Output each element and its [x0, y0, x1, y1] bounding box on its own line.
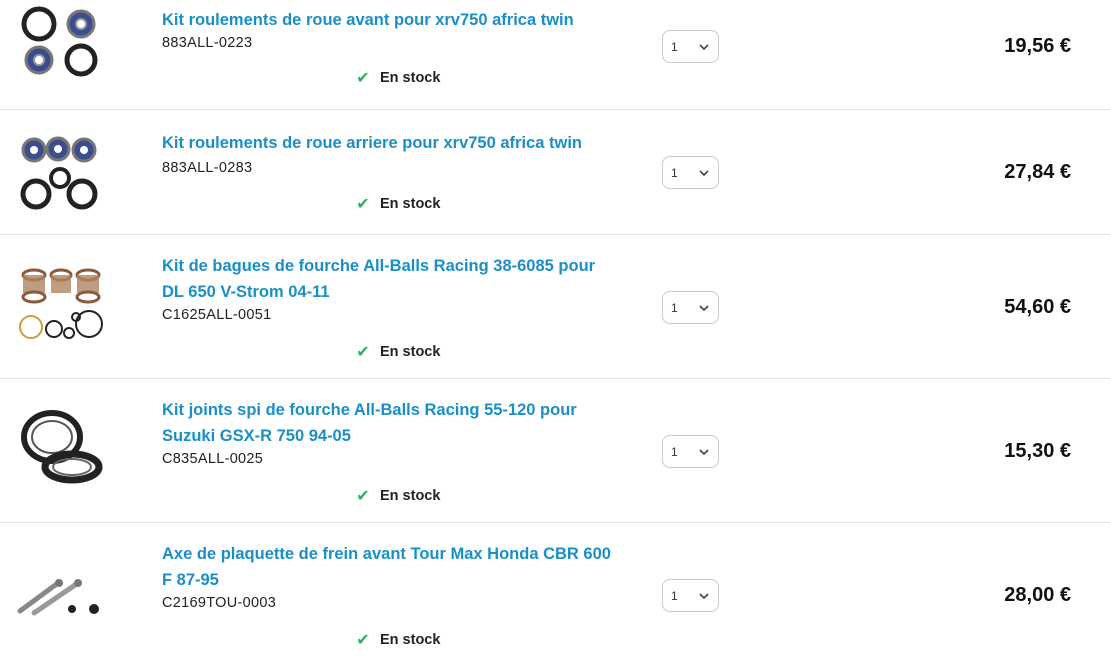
product-row: Kit roulements de roue arriere pour xrv7… [0, 110, 1111, 235]
quantity-select[interactable]: 1 [662, 435, 719, 468]
chevron-down-icon [699, 169, 709, 176]
product-title[interactable]: Kit roulements de roue avant pour xrv750… [162, 7, 642, 33]
stock-status: ✔ En stock [355, 342, 440, 362]
product-title[interactable]: Kit roulements de roue arriere pour xrv7… [162, 130, 642, 156]
chevron-down-icon [699, 43, 709, 50]
product-row: Kit roulements de roue avant pour xrv750… [0, 0, 1111, 110]
quantity-value: 1 [671, 588, 678, 603]
product-title-line[interactable]: DL 650 V-Strom 04-11 [162, 279, 642, 305]
product-reference: C1625ALL-0051 [162, 307, 272, 323]
check-icon: ✔ [356, 632, 370, 649]
product-reference: C835ALL-0025 [162, 451, 264, 467]
quantity-select[interactable]: 1 [662, 30, 719, 63]
product-title[interactable]: Kit de bagues de fourche All-Balls Racin… [162, 253, 642, 305]
check-icon: ✔ [356, 196, 370, 213]
check-icon: ✔ [356, 344, 370, 361]
product-price: 54,60 € [1004, 296, 1071, 318]
quantity-select[interactable]: 1 [662, 579, 719, 612]
stock-label: En stock [380, 344, 441, 360]
product-price: 19,56 € [1004, 35, 1071, 57]
quantity-value: 1 [671, 165, 678, 180]
product-row: Kit joints spi de fourche All-Balls Raci… [0, 379, 1111, 523]
quantity-value: 1 [671, 300, 678, 315]
wheel-bearing-kit-icon[interactable] [14, 132, 106, 212]
stock-status: ✔ En stock [355, 630, 440, 650]
product-title[interactable]: Axe de plaquette de frein avant Tour Max… [162, 541, 642, 593]
stock-status: ✔ En stock [355, 194, 440, 214]
wheel-bearing-kit-icon[interactable] [14, 2, 106, 82]
product-title[interactable]: Kit joints spi de fourche All-Balls Raci… [162, 397, 642, 449]
product-title-line[interactable]: Kit de bagues de fourche All-Balls Racin… [162, 253, 642, 279]
stock-label: En stock [380, 632, 441, 648]
check-icon: ✔ [356, 488, 370, 505]
product-row: Kit de bagues de fourche All-Balls Racin… [0, 235, 1111, 379]
quantity-select[interactable]: 1 [662, 156, 719, 189]
fork-seal-kit-icon[interactable] [14, 409, 106, 489]
stock-label: En stock [380, 70, 441, 86]
product-title-line[interactable]: Kit joints spi de fourche All-Balls Raci… [162, 397, 642, 423]
stock-status: ✔ En stock [355, 486, 440, 506]
product-title-line[interactable]: F 87-95 [162, 567, 642, 593]
product-reference: 883ALL-0223 [162, 35, 253, 51]
product-price: 27,84 € [1004, 161, 1071, 183]
product-price: 15,30 € [1004, 440, 1071, 462]
quantity-value: 1 [671, 444, 678, 459]
quantity-value: 1 [671, 39, 678, 54]
fork-bushing-kit-icon[interactable] [14, 267, 106, 347]
chevron-down-icon [699, 592, 709, 599]
stock-label: En stock [380, 196, 441, 212]
chevron-down-icon [699, 448, 709, 455]
product-row: Axe de plaquette de frein avant Tour Max… [0, 523, 1111, 657]
product-title-line[interactable]: Suzuki GSX-R 750 94-05 [162, 423, 642, 449]
product-reference: 883ALL-0283 [162, 160, 253, 176]
stock-status: ✔ En stock [355, 68, 440, 88]
brake-pad-pin-icon[interactable] [14, 557, 106, 637]
product-reference: C2169TOU-0003 [162, 595, 277, 611]
stock-label: En stock [380, 488, 441, 504]
product-price: 28,00 € [1004, 584, 1071, 606]
quantity-select[interactable]: 1 [662, 291, 719, 324]
check-icon: ✔ [356, 70, 370, 87]
chevron-down-icon [699, 304, 709, 311]
product-title-line[interactable]: Axe de plaquette de frein avant Tour Max… [162, 541, 642, 567]
